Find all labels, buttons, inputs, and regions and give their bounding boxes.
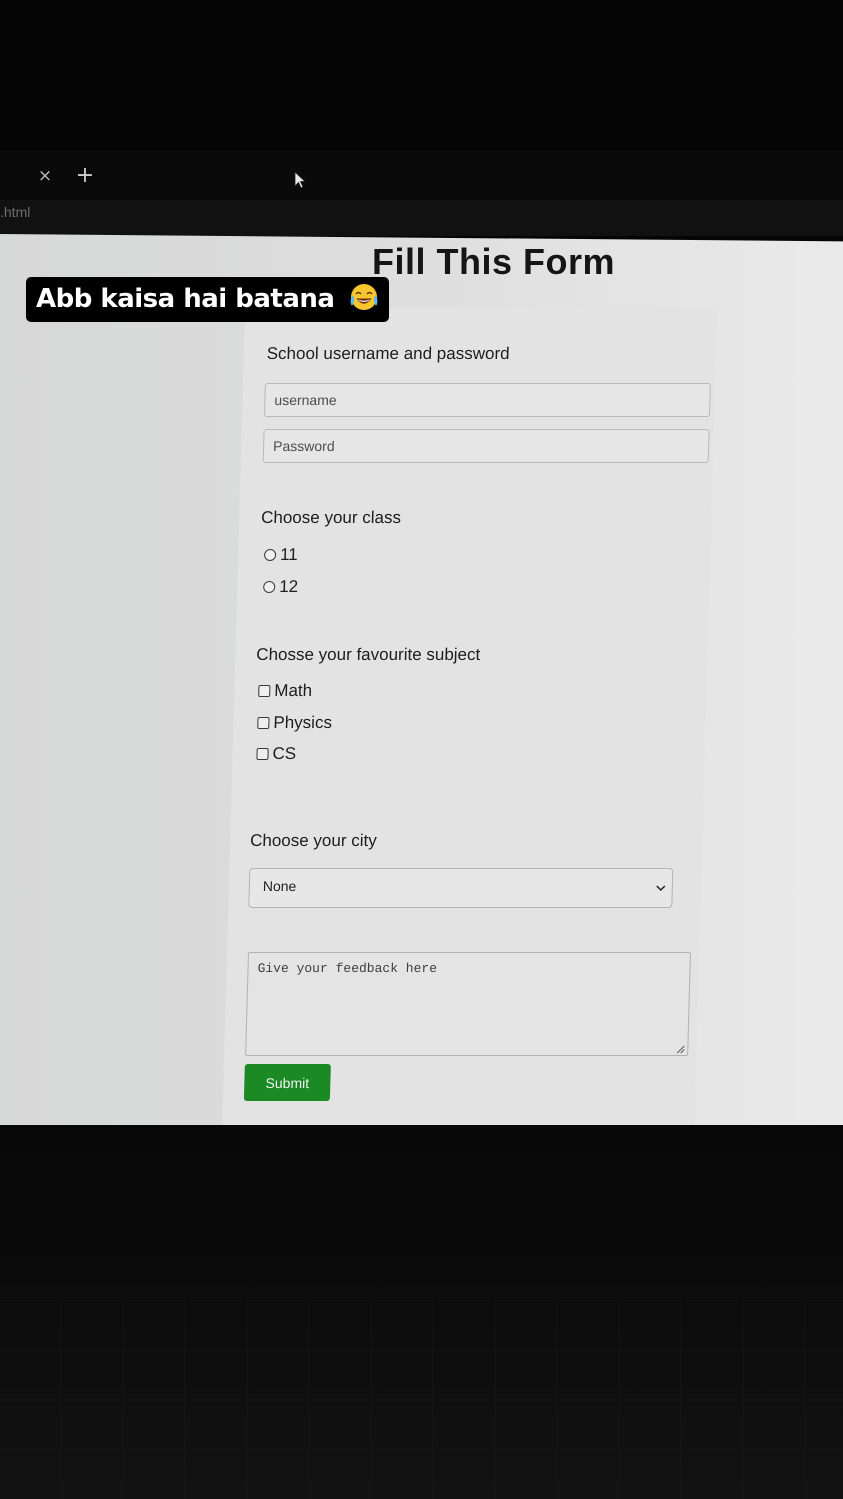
class-option-label: 12 [278,577,299,596]
physics-checkbox[interactable] [257,717,270,729]
tab-close-icon[interactable]: × [36,166,54,186]
story-caption: Abb kaisa hai batana [26,277,389,322]
class-11-radio[interactable] [263,549,277,561]
class-option-11[interactable]: 11 [263,545,299,565]
page-title: Fill This Form [372,241,616,282]
subject-option-label: Physics [273,713,333,732]
story-caption-text: Abb kaisa hai batana [36,284,335,314]
submit-button[interactable]: Submit [243,1064,331,1101]
city-select-value: None [262,878,297,894]
subject-label: Chosse your favourite subject [256,645,481,664]
form-card: School username and password Choose your… [222,308,717,1130]
address-bar[interactable] [0,200,843,236]
class-option-12[interactable]: 12 [263,577,298,597]
mouse-pointer-icon [294,171,307,189]
cs-checkbox[interactable] [256,748,269,760]
city-label: Choose your city [249,831,378,850]
subject-option-cs[interactable]: CS [256,744,296,764]
keyboard [0,1300,843,1499]
subject-option-label: Math [274,681,313,700]
browser-tab-bar [0,150,843,200]
class-label: Choose your class [260,508,402,527]
city-select[interactable]: None [248,868,674,908]
photo-frame: × + .html Fill This Form School username… [0,0,843,1499]
class-12-radio[interactable] [263,581,276,593]
credentials-label: School username and password [266,344,510,363]
username-input[interactable] [263,383,711,417]
feedback-textarea[interactable] [245,952,692,1056]
face-with-tears-of-joy-icon [350,284,378,310]
math-checkbox[interactable] [258,685,271,697]
new-tab-icon[interactable]: + [75,164,95,188]
resize-handle-icon[interactable] [676,1045,685,1054]
subject-option-math[interactable]: Math [258,681,312,701]
subject-option-physics[interactable]: Physics [257,713,332,733]
class-option-label: 11 [279,545,299,564]
password-input[interactable] [262,429,710,463]
chevron-down-icon [656,885,666,892]
subject-option-label: CS [272,744,297,763]
address-bar-text: .html [0,204,31,220]
